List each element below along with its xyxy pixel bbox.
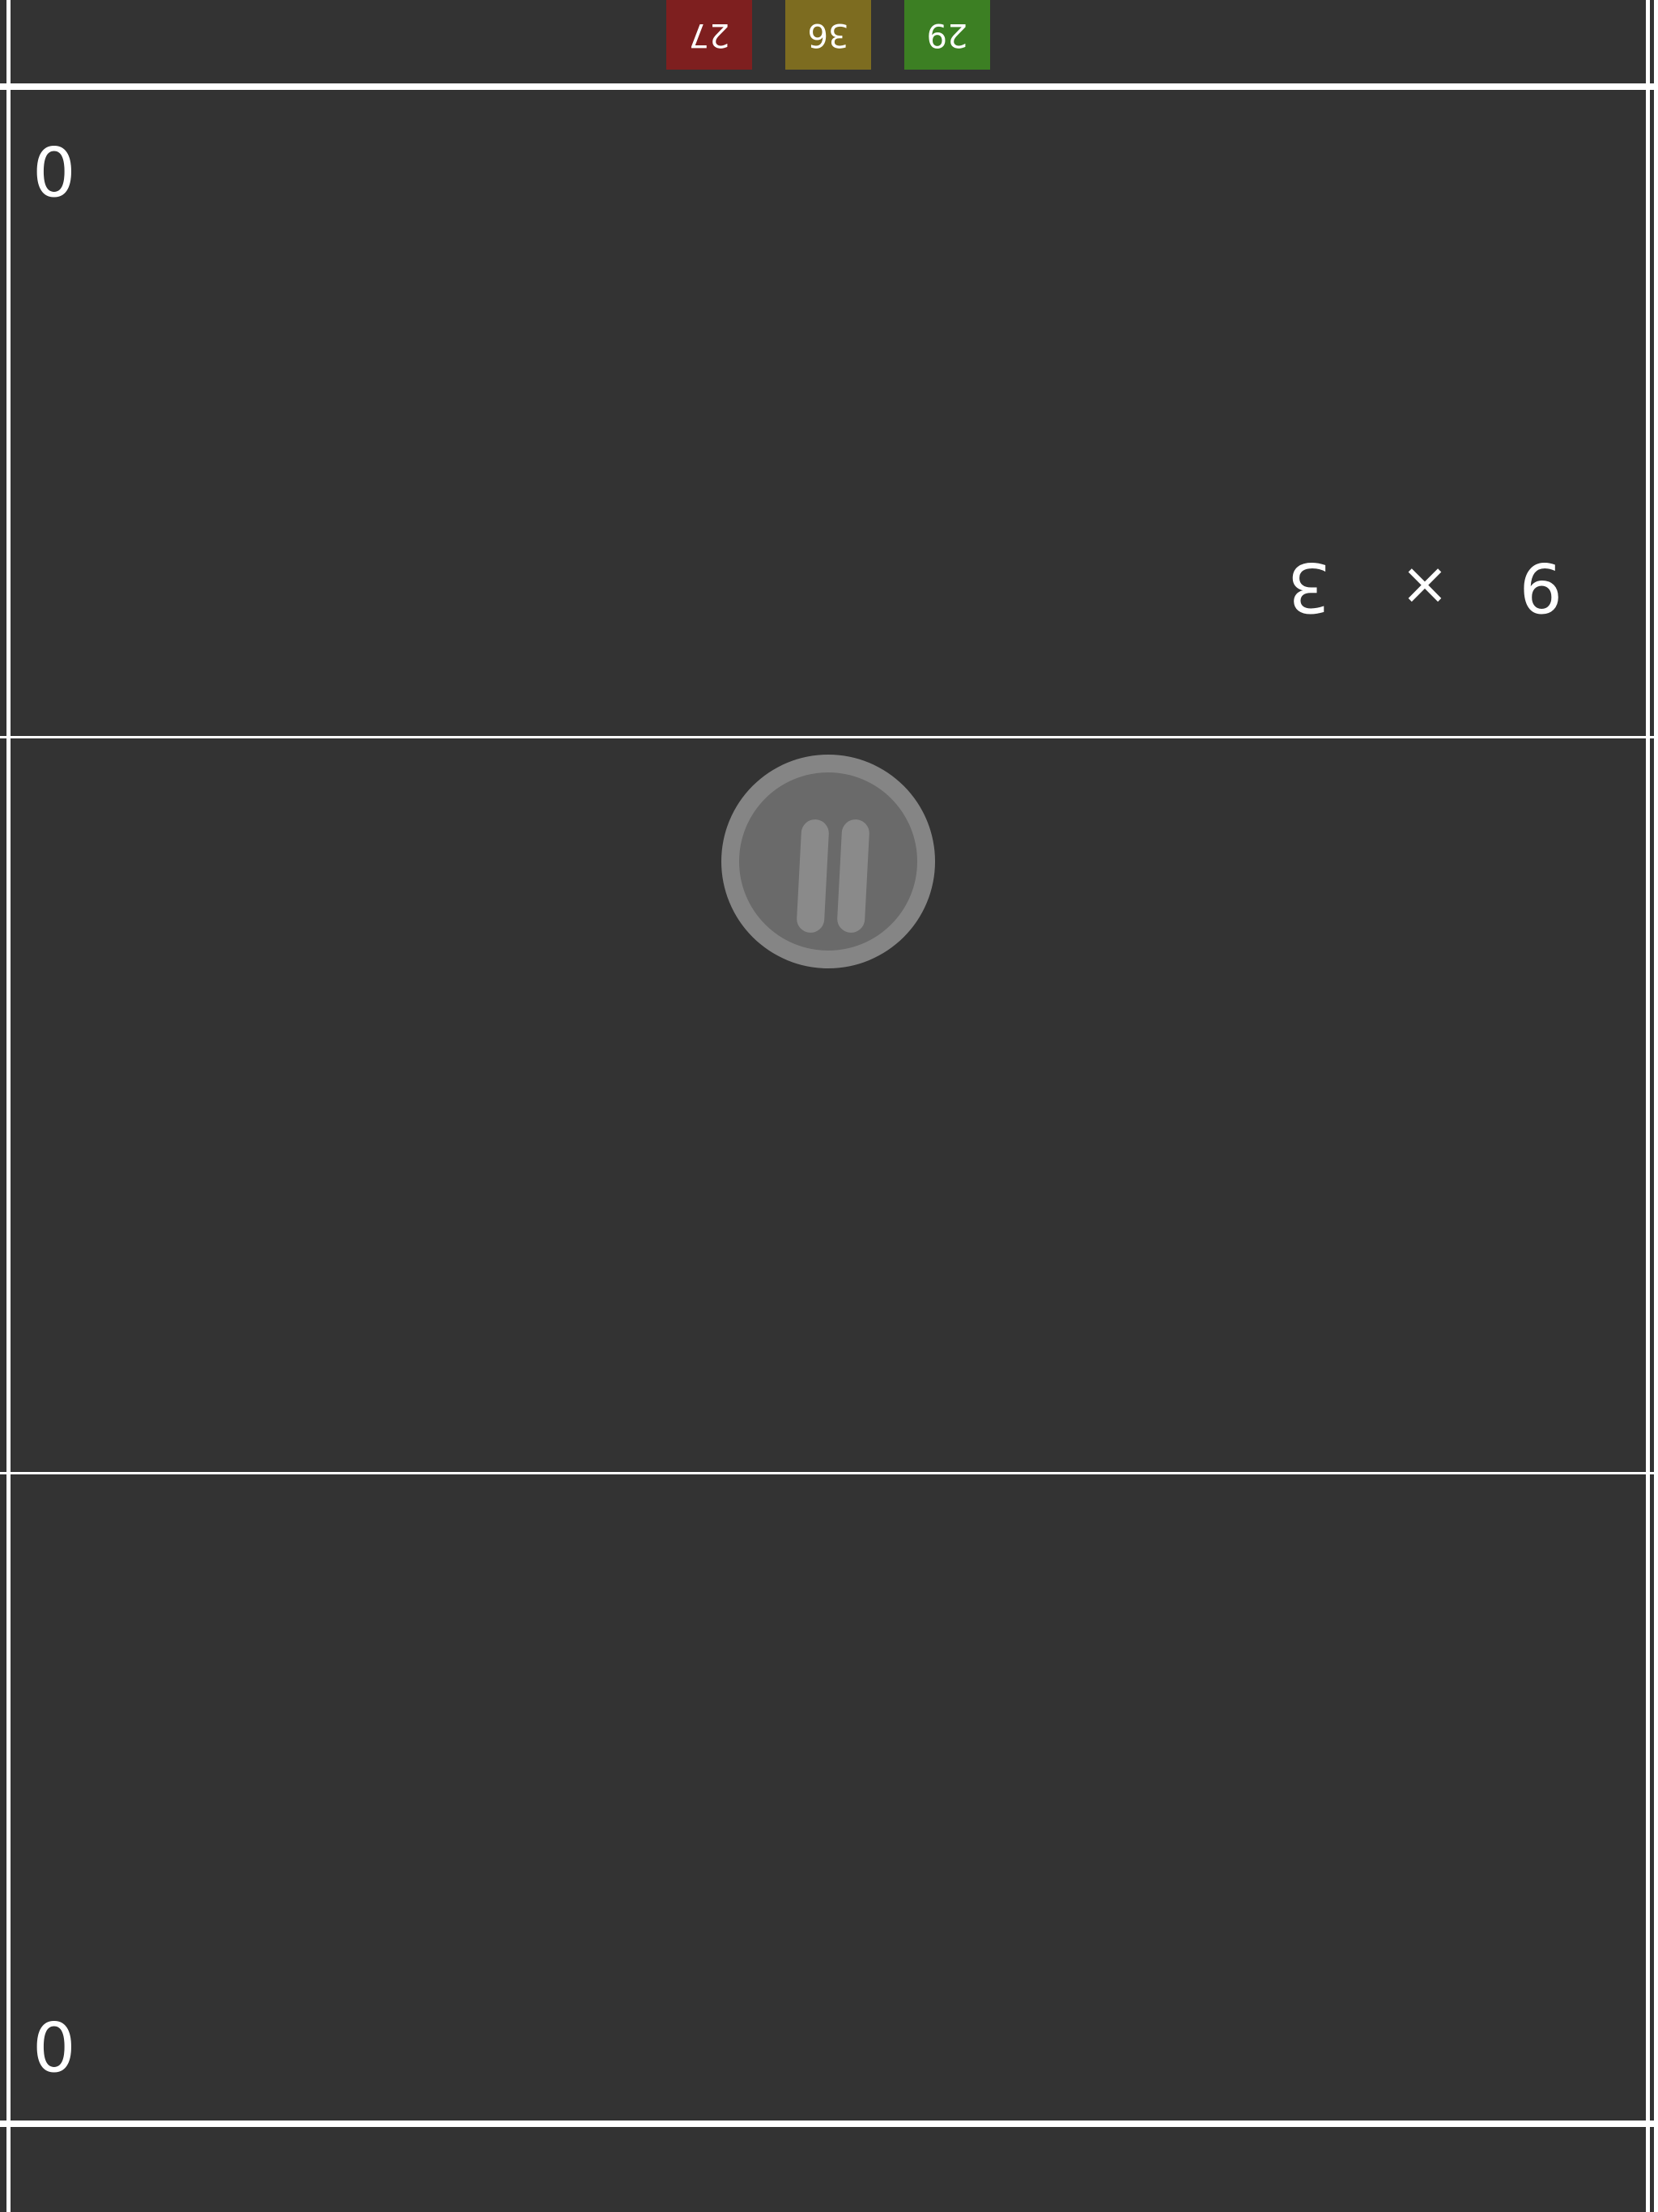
answer-tile-2[interactable]: 36: [785, 0, 871, 70]
question-left-operand: 9: [1519, 547, 1562, 627]
question-operator: ×: [1400, 553, 1450, 621]
pause-button[interactable]: [721, 755, 935, 968]
top-player-score: 0: [32, 130, 76, 210]
answer-tile-3[interactable]: 29: [904, 0, 990, 70]
bottom-player-zone[interactable]: [0, 1474, 1658, 2121]
top-strip-divider: [0, 83, 1658, 90]
pause-bar-left: [796, 819, 830, 934]
bottom-strip-divider: [0, 2121, 1658, 2127]
question-display: 9 × 3: [1287, 542, 1562, 632]
pause-icon: [739, 772, 917, 951]
bottom-player-score: 0: [32, 2006, 76, 2085]
top-answer-strip: 27 36 29: [0, 0, 1658, 83]
game-board: 27 36 29 0 9 × 3 0: [0, 0, 1658, 2212]
bottom-answer-strip: [0, 2127, 1658, 2212]
top-player-zone[interactable]: [0, 90, 1658, 736]
answer-tile-1[interactable]: 27: [666, 0, 752, 70]
question-right-operand: 3: [1287, 547, 1331, 627]
pause-bar-right: [836, 819, 870, 934]
